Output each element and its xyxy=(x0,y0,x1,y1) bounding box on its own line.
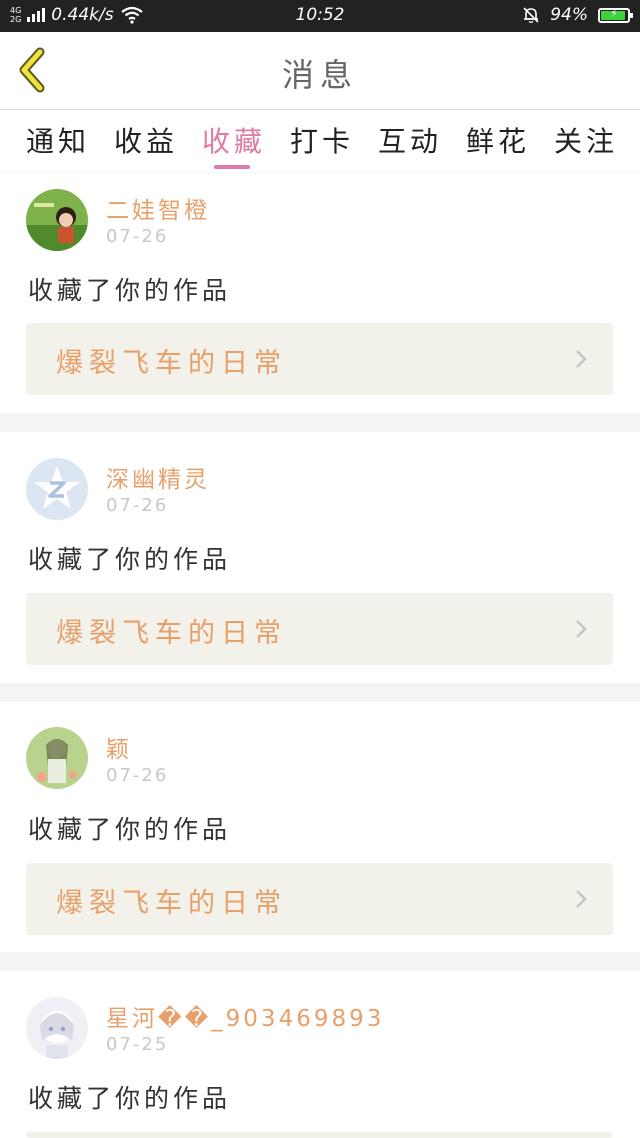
list-item: 星河��_903469893 07-25 收藏了你的作品 xyxy=(0,971,640,1138)
username[interactable]: 颖 xyxy=(106,730,132,764)
date: 07-25 xyxy=(106,1034,169,1055)
avatar[interactable] xyxy=(26,189,88,251)
date: 07-26 xyxy=(106,765,169,786)
tab-earnings[interactable]: 收益 xyxy=(114,120,178,160)
username[interactable]: 星河��_903469893 xyxy=(106,999,384,1033)
work-link[interactable]: 爆裂飞车的日常 xyxy=(26,593,613,665)
avatar[interactable] xyxy=(26,997,88,1059)
action-text: 收藏了你的作品 xyxy=(28,276,232,305)
work-title: 爆裂飞车的日常 xyxy=(56,618,287,649)
bell-muted-icon xyxy=(523,7,539,23)
battery-icon: ⚡ xyxy=(598,6,633,23)
header: 消息 xyxy=(0,32,640,110)
tab-interactions[interactable]: 互动 xyxy=(378,120,442,160)
avatar[interactable] xyxy=(26,727,88,789)
date: 07-26 xyxy=(106,226,169,247)
battery-percent: 94% xyxy=(550,5,588,25)
work-title: 爆裂飞车的日常 xyxy=(56,348,287,379)
status-bar: 4G 2G 0.44k/s 10:52 94% ⚡ xyxy=(0,0,640,32)
active-tab-indicator xyxy=(214,165,250,169)
list-item: 深幽精灵 07-26 收藏了你的作品 爆裂飞车的日常 xyxy=(0,432,640,683)
work-link[interactable] xyxy=(26,1132,613,1138)
tab-bar: 通知 收益 收藏 打卡 互动 鲜花 关注 xyxy=(0,110,640,172)
avatar[interactable] xyxy=(26,458,88,520)
status-right: 94% ⚡ xyxy=(522,5,633,25)
battery-tip xyxy=(630,12,633,18)
tab-notifications[interactable]: 通知 xyxy=(26,120,90,160)
list-item: 颖 07-26 收藏了你的作品 爆裂飞车的日常 xyxy=(0,702,640,952)
work-link[interactable]: 爆裂飞车的日常 xyxy=(26,323,613,395)
chevron-right-icon xyxy=(576,350,587,368)
work-title: 爆裂飞车的日常 xyxy=(56,888,287,919)
username[interactable]: 二娃智橙 xyxy=(106,191,210,225)
date: 07-26 xyxy=(106,495,169,516)
tab-following[interactable]: 关注 xyxy=(554,120,618,160)
page-title: 消息 xyxy=(281,56,358,94)
chevron-right-icon xyxy=(576,890,587,908)
list-item: 二娃智橙 07-26 收藏了你的作品 爆裂飞车的日常 xyxy=(0,173,640,413)
action-text: 收藏了你的作品 xyxy=(28,1084,232,1113)
work-link[interactable]: 爆裂飞车的日常 xyxy=(26,863,613,935)
action-text: 收藏了你的作品 xyxy=(28,545,232,574)
charging-bolt-icon: ⚡ xyxy=(610,6,618,20)
tab-favorites[interactable]: 收藏 xyxy=(202,120,266,160)
tab-checkin[interactable]: 打卡 xyxy=(290,120,354,160)
action-text: 收藏了你的作品 xyxy=(28,815,232,844)
tab-flowers[interactable]: 鲜花 xyxy=(466,120,530,160)
chevron-right-icon xyxy=(576,620,587,638)
username[interactable]: 深幽精灵 xyxy=(106,460,210,494)
